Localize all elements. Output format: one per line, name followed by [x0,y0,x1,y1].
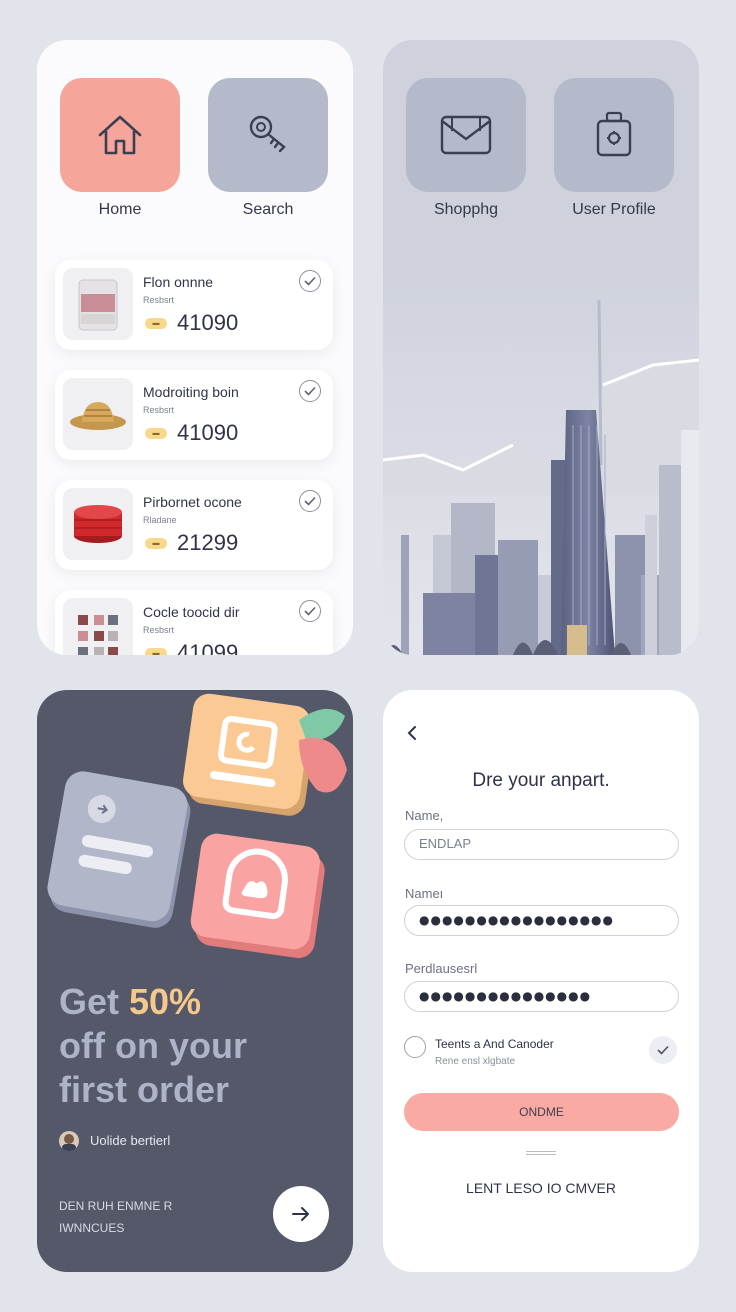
city-skyline-illustration [383,265,699,655]
home-tile-label: Home [98,201,142,218]
product-subtitle: Rladane [143,515,177,525]
next-button[interactable] [273,1186,329,1242]
home-tile-button[interactable] [60,78,180,192]
product-subtitle: Resbsrt [143,405,175,415]
check-icon[interactable] [299,600,321,622]
product-price: 41090 [177,310,239,335]
field-label-name-2: Nameı [405,886,444,901]
user-profile-tile-label: User Profile [572,201,656,218]
arrow-right-icon [292,1207,309,1221]
password-input[interactable]: ●●●●●●●●●●●●●●●●● [404,905,679,936]
price-badge: ▬ [145,648,167,655]
shopping-tile-button[interactable] [406,78,526,192]
promo-illustration [47,693,347,958]
promo-discount: 50% [129,981,202,1022]
product-subtitle: Resbsrt [143,625,175,635]
product-card[interactable]: Cocle toocid dir Resbsrt ▬ 41099 [55,590,333,655]
terms-radio[interactable] [404,1036,426,1058]
promo-headline-line3: first order [59,1069,230,1110]
back-button[interactable] [401,722,423,744]
home-screen-card: Home Search Flon onnne Resbsrt ▬ 41090 M… [37,40,353,655]
promo-footer-line2: IWNNCUES [59,1221,125,1235]
author-name: Uolide bertierl [90,1133,171,1148]
field-label-password: Perdlausesrl [405,961,478,976]
terms-label: Teents a And Canoder [435,1037,554,1051]
search-icon [249,115,286,153]
user-profile-icon [596,111,632,157]
home-icon [98,115,142,155]
product-card[interactable]: Pirbornet ocone Rladane ▬ 21299 [55,480,333,570]
check-icon[interactable] [299,490,321,512]
search-tile-button[interactable] [208,78,328,192]
product-card[interactable]: Flon onnne Resbsrt ▬ 41090 [55,260,333,350]
confirm-password-input[interactable]: ●●●●●●●●●●●●●●● [404,981,679,1012]
promo-card: Get 50% off on your first order Uolide b… [37,690,353,1272]
form-title: Dre your anpart. [472,770,610,791]
product-name: Flon onnne [143,274,214,290]
shopping-profile-card: Shopphg User Profile [383,40,699,655]
product-price: 21299 [177,530,239,555]
promo-headline-prefix: Get [59,981,130,1022]
search-tile-label: Search [242,201,294,218]
terms-check-button[interactable] [649,1036,677,1064]
promo-footer-line1: DEN RUH ENMNE R [59,1199,173,1213]
terms-subtext: Rene ensl xlgbate [435,1056,516,1067]
mail-icon [440,115,492,155]
product-thumbnail [63,488,133,560]
price-badge: ▬ [145,318,167,329]
product-price: 41099 [177,640,239,655]
promo-headline-line1: Get 50% [59,980,339,1024]
chevron-left-icon [407,726,416,740]
product-name: Cocle toocid dir [143,604,240,620]
user-profile-tile-button[interactable] [554,78,674,192]
price-badge: ▬ [145,428,167,439]
product-thumbnail [63,268,133,340]
footer-link[interactable]: LENT LESO IO CMVER [383,1180,699,1196]
product-card[interactable]: Modroiting boin Resbsrt ▬ 41090 [55,370,333,460]
product-thumbnail [63,378,133,450]
product-thumbnail [63,598,133,655]
submit-button[interactable]: ONDME [404,1093,679,1131]
signup-form-card: Dre your anpart. Name, ENDLAP Nameı ●●●●… [383,690,699,1272]
check-icon [657,1045,669,1055]
author-avatar [59,1131,79,1151]
divider [526,1151,556,1155]
price-badge: ▬ [145,538,167,549]
shopping-tile-label: Shopphg [433,201,499,218]
check-icon[interactable] [299,380,321,402]
promo-headline-line2: off on your [59,1025,247,1066]
product-subtitle: Resbsrt [143,295,175,305]
product-name: Modroiting boin [143,384,239,400]
field-label-name: Name, [405,808,444,823]
product-price: 41090 [177,420,239,445]
name-input[interactable]: ENDLAP [404,829,679,860]
check-icon[interactable] [299,270,321,292]
product-name: Pirbornet ocone [143,494,242,510]
